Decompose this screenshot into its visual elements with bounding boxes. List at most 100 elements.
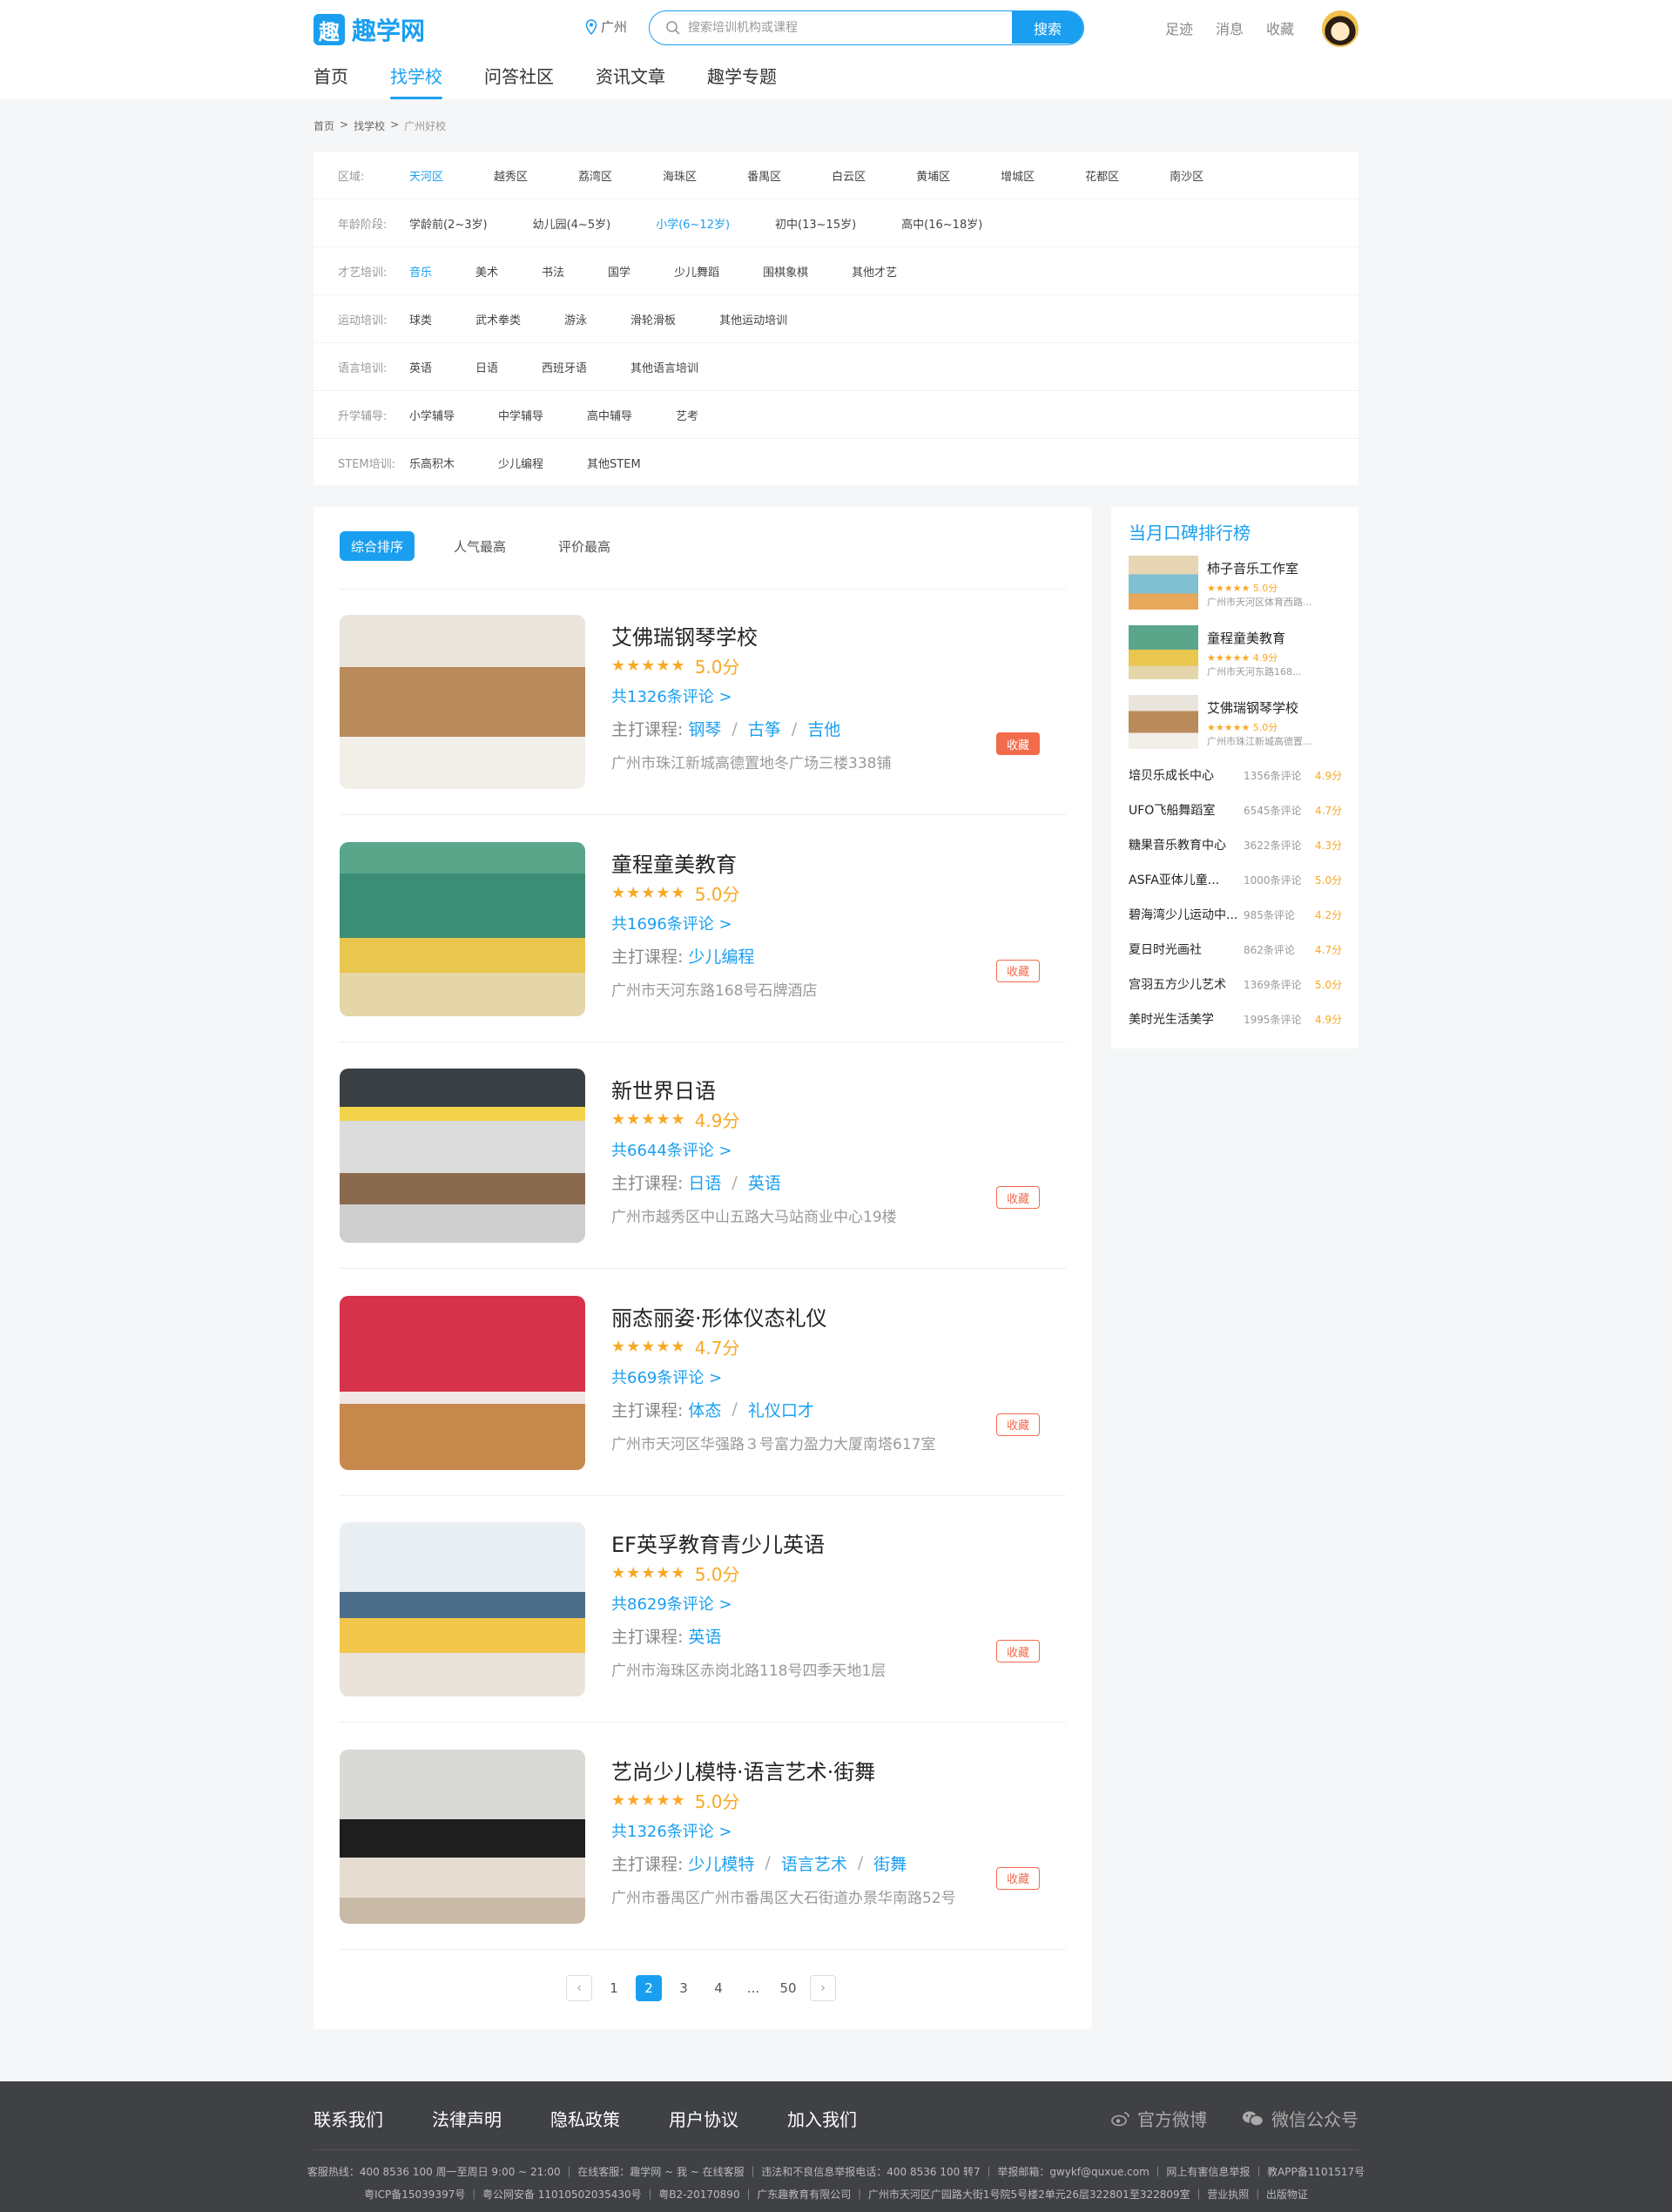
breadcrumb-home[interactable]: 首页 <box>314 118 334 133</box>
filter-option[interactable]: 艺考 <box>676 407 698 423</box>
ranking-photo[interactable] <box>1129 556 1198 610</box>
school-name[interactable]: 童程童美教育 <box>611 847 737 878</box>
filter-option[interactable]: 天河区 <box>409 167 443 184</box>
footer-link-contact[interactable]: 联系我们 <box>314 2106 383 2131</box>
filter-option[interactable]: 学龄前(2~3岁) <box>409 215 488 232</box>
course-link[interactable]: 英语 <box>688 1624 721 1648</box>
ranking-name[interactable]: 培贝乐成长中心 <box>1129 766 1244 784</box>
filter-option[interactable]: 围棋象棋 <box>763 263 808 280</box>
filter-option[interactable]: 国学 <box>608 263 630 280</box>
school-card[interactable]: 艺尚少儿模特·语言艺术·街舞 ★★★★★ 5.0分 共1326条评论 > 主打课程: 少儿… <box>340 1723 1066 1950</box>
ranking-row[interactable]: UFO飞船舞蹈室 6545条评论 4.7分 <box>1129 801 1346 819</box>
sort-default[interactable]: 综合排序 <box>340 531 415 561</box>
filter-option[interactable]: 其他STEM <box>587 455 641 471</box>
ranking-name[interactable]: 糖果音乐教育中心 <box>1129 836 1244 853</box>
ranking-top-item[interactable]: 艾佛瑞钢琴学校 ★★★★★ 5.0分 广州市珠江新城高德置... <box>1129 695 1346 749</box>
page-number[interactable]: 2 <box>636 1975 662 2001</box>
school-card[interactable]: EF英孚教育青少儿英语 ★★★★★ 5.0分 共8629条评论 > 主打课程: 英语 广州市… <box>340 1496 1066 1723</box>
next-page-button[interactable]: › <box>810 1975 836 2001</box>
course-link[interactable]: 英语 <box>748 1170 781 1194</box>
sort-rating[interactable]: 评价最高 <box>545 531 624 561</box>
ranking-name[interactable]: 夏日时光画社 <box>1129 941 1244 958</box>
school-name[interactable]: 艾佛瑞钢琴学校 <box>611 620 758 651</box>
breadcrumb-find-school[interactable]: 找学校 <box>354 118 385 133</box>
course-link[interactable]: 礼仪口才 <box>748 1398 814 1421</box>
course-link[interactable]: 少儿模特 <box>688 1851 754 1875</box>
ranking-name[interactable]: UFO飞船舞蹈室 <box>1129 801 1244 819</box>
nav-item[interactable]: 找学校 <box>390 63 442 99</box>
course-link[interactable]: 体态 <box>688 1398 721 1421</box>
footer-link-terms[interactable]: 用户协议 <box>669 2106 738 2131</box>
filter-option[interactable]: 黄埔区 <box>916 167 950 184</box>
weibo-link[interactable]: 官方微博 <box>1111 2106 1207 2131</box>
filter-option[interactable]: 乐高积木 <box>409 455 455 471</box>
filter-option[interactable]: 高中辅导 <box>587 407 632 423</box>
filter-option[interactable]: 武术拳类 <box>475 311 521 327</box>
ranking-row[interactable]: 宫羽五方少儿艺术 1369条评论 5.0分 <box>1129 975 1346 993</box>
filter-option[interactable]: 美术 <box>475 263 498 280</box>
school-name[interactable]: 艺尚少儿模特·语言艺术·街舞 <box>611 1755 875 1785</box>
filter-option[interactable]: 幼儿园(4~5岁) <box>533 215 611 232</box>
page-number[interactable]: 1 <box>601 1975 627 2001</box>
school-photo[interactable] <box>340 1069 585 1243</box>
filter-option[interactable]: 初中(13~15岁) <box>775 215 856 232</box>
filter-option[interactable]: 荔湾区 <box>578 167 612 184</box>
filter-option[interactable]: 日语 <box>475 359 498 375</box>
school-name[interactable]: 新世界日语 <box>611 1074 716 1104</box>
nav-item[interactable]: 趣学专题 <box>707 63 777 99</box>
ranking-row[interactable]: 夏日时光画社 862条评论 4.7分 <box>1129 941 1346 958</box>
school-card[interactable]: 艾佛瑞钢琴学校 ★★★★★ 5.0分 共1326条评论 > 主打课程: 钢琴 / 古筝 / 吉他广… <box>340 589 1066 815</box>
school-photo[interactable] <box>340 615 585 789</box>
sort-popular[interactable]: 人气最高 <box>441 531 519 561</box>
filter-option[interactable]: 增城区 <box>1001 167 1035 184</box>
favorite-button[interactable]: 收藏 <box>996 959 1040 982</box>
school-photo[interactable] <box>340 1749 585 1924</box>
ranking-name[interactable]: 碧海湾少儿运动中... <box>1129 906 1244 923</box>
nav-item[interactable]: 资讯文章 <box>596 63 665 99</box>
school-photo[interactable] <box>340 841 585 1016</box>
filter-option[interactable]: 其他语言培训 <box>630 359 698 375</box>
course-link[interactable]: 钢琴 <box>688 717 721 740</box>
course-link[interactable]: 少儿编程 <box>688 944 754 968</box>
ranking-row[interactable]: 碧海湾少儿运动中... 985条评论 4.2分 <box>1129 906 1346 923</box>
filter-option[interactable]: 少儿舞蹈 <box>674 263 719 280</box>
school-card[interactable]: 新世界日语 ★★★★★ 4.9分 共6644条评论 > 主打课程: 日语 / 英语 广州市越秀区… <box>340 1042 1066 1269</box>
favorite-button[interactable]: 收藏 <box>996 1640 1040 1662</box>
filter-option[interactable]: 南沙区 <box>1170 167 1203 184</box>
prev-page-button[interactable]: ‹ <box>566 1975 592 2001</box>
ranking-name[interactable]: 童程童美教育 <box>1207 629 1285 647</box>
filter-option[interactable]: 小学(6~12岁) <box>656 215 730 232</box>
filter-option[interactable]: 小学辅导 <box>409 407 455 423</box>
ranking-photo[interactable] <box>1129 625 1198 679</box>
ranking-row[interactable]: 糖果音乐教育中心 3622条评论 4.3分 <box>1129 836 1346 853</box>
ranking-name[interactable]: ASFA亚体儿童... <box>1129 871 1244 888</box>
filter-option[interactable]: 高中(16~18岁) <box>901 215 982 232</box>
wechat-link[interactable]: 微信公众号 <box>1242 2106 1358 2131</box>
filter-option[interactable]: 英语 <box>409 359 432 375</box>
filter-option[interactable]: 其他运动培训 <box>719 311 787 327</box>
school-name[interactable]: EF英孚教育青少儿英语 <box>611 1527 825 1558</box>
search-button[interactable]: 搜索 <box>1012 11 1083 44</box>
course-link[interactable]: 语言艺术 <box>781 1851 847 1875</box>
favorite-button[interactable]: 收藏 <box>996 1413 1040 1436</box>
favorite-button[interactable]: 收藏 <box>996 732 1040 755</box>
filter-option[interactable]: 花都区 <box>1085 167 1119 184</box>
school-card[interactable]: 童程童美教育 ★★★★★ 5.0分 共1696条评论 > 主打课程: 少儿编程 广州市天河东… <box>340 816 1066 1042</box>
course-link[interactable]: 日语 <box>688 1170 721 1194</box>
ranking-name[interactable]: 美时光生活美学 <box>1129 1010 1244 1028</box>
favorite-button[interactable]: 收藏 <box>996 1866 1040 1890</box>
page-number[interactable]: 50 <box>775 1975 801 2001</box>
nav-item[interactable]: 首页 <box>314 63 348 99</box>
course-link[interactable]: 吉他 <box>807 717 840 740</box>
filter-option[interactable]: 白云区 <box>832 167 866 184</box>
filter-option[interactable]: 西班牙语 <box>542 359 587 375</box>
course-link[interactable]: 街舞 <box>873 1851 907 1875</box>
school-card[interactable]: 丽态丽姿·形体仪态礼仪 ★★★★★ 4.7分 共669条评论 > 主打课程: 体态 / 礼仪口… <box>340 1270 1066 1496</box>
school-photo[interactable] <box>340 1295 585 1470</box>
footer-link-legal[interactable]: 法律声明 <box>432 2106 502 2131</box>
messages-link[interactable]: 消息 <box>1216 17 1244 38</box>
page-number[interactable]: 4 <box>705 1975 732 2001</box>
ranking-name[interactable]: 艾佛瑞钢琴学校 <box>1207 698 1298 717</box>
review-count-link[interactable]: 共8629条评论 > <box>611 1592 732 1615</box>
favorite-button[interactable]: 收藏 <box>996 1186 1040 1209</box>
